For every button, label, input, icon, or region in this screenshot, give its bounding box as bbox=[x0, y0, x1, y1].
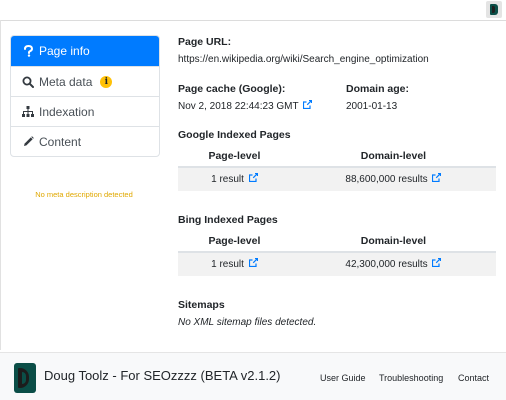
page-url-value: https://en.wikipedia.org/wiki/Search_eng… bbox=[178, 54, 429, 65]
external-link-icon[interactable] bbox=[432, 172, 442, 185]
google-domain-value: 88,600,000 results bbox=[345, 174, 428, 185]
bing-indexed-section: Bing Indexed Pages Page-level Domain-lev… bbox=[178, 214, 496, 276]
sidebar-item-label: Meta data bbox=[39, 74, 93, 89]
sidebar-item-meta-data[interactable]: Meta data i bbox=[11, 66, 159, 96]
table-row: 1 result 42,300,000 results bbox=[178, 252, 496, 276]
sitemap-icon bbox=[22, 106, 34, 118]
sidebar-nav: Page info Meta data i Indexation Content bbox=[10, 35, 160, 157]
bing-indexed-title: Bing Indexed Pages bbox=[178, 214, 278, 226]
sitemaps-section: Sitemaps No XML sitemap files detected. bbox=[178, 299, 496, 328]
domain-age-value: 2001-01-13 bbox=[346, 101, 398, 112]
left-border bbox=[0, 20, 1, 350]
sidebar-item-indexation[interactable]: Indexation bbox=[11, 96, 159, 126]
google-indexed-table: Page-level Domain-level 1 result 88,600,… bbox=[178, 145, 496, 191]
sidebar-item-content[interactable]: Content bbox=[11, 126, 159, 156]
doug-toolz-logo-icon bbox=[14, 363, 36, 393]
google-indexed-title: Google Indexed Pages bbox=[178, 129, 291, 141]
column-header: Page-level bbox=[178, 145, 291, 168]
column-header: Page-level bbox=[178, 230, 291, 253]
bing-domain-value: 42,300,000 results bbox=[345, 259, 428, 270]
footer: Doug Toolz - For SEOzzzz (BETA v2.1.2) U… bbox=[0, 352, 506, 400]
table-row: 1 result 88,600,000 results bbox=[178, 167, 496, 191]
page-cache-value: Nov 2, 2018 22:44:23 GMT bbox=[178, 101, 299, 112]
page-cache-row: Nov 2, 2018 22:44:23 GMT bbox=[178, 99, 313, 112]
troubleshooting-link[interactable]: Troubleshooting bbox=[379, 373, 443, 383]
google-page-value: 1 result bbox=[211, 174, 244, 185]
bing-indexed-table: Page-level Domain-level 1 result 42,300,… bbox=[178, 230, 496, 276]
meta-warning-text: No meta description detected bbox=[35, 190, 133, 199]
bing-page-value: 1 result bbox=[211, 259, 244, 270]
column-header: Domain-level bbox=[290, 145, 496, 168]
page-url-label: Page URL: bbox=[178, 36, 232, 48]
browser-toolbar bbox=[0, 0, 506, 21]
table-cell: 88,600,000 results bbox=[290, 167, 496, 191]
google-indexed-section: Google Indexed Pages Page-level Domain-l… bbox=[178, 129, 496, 191]
sitemaps-title: Sitemaps bbox=[178, 299, 225, 311]
external-link-icon[interactable] bbox=[432, 257, 442, 270]
page-cache-label: Page cache (Google): bbox=[178, 83, 286, 95]
contact-link[interactable]: Contact bbox=[458, 373, 489, 383]
sidebar-item-label: Content bbox=[39, 134, 82, 149]
table-cell: 1 result bbox=[178, 167, 291, 191]
sitemaps-note: No XML sitemap files detected. bbox=[178, 317, 317, 328]
table-cell: 42,300,000 results bbox=[290, 252, 496, 276]
pencil-icon bbox=[22, 136, 34, 148]
external-link-icon[interactable] bbox=[248, 172, 258, 185]
sidebar-item-page-info[interactable]: Page info bbox=[11, 36, 159, 66]
info-badge-icon: i bbox=[100, 75, 113, 88]
table-cell: 1 result bbox=[178, 252, 291, 276]
sidebar-item-label: Page info bbox=[39, 44, 90, 58]
external-link-icon[interactable] bbox=[248, 257, 258, 270]
question-icon bbox=[22, 45, 34, 57]
external-link-icon[interactable] bbox=[303, 99, 313, 112]
search-icon bbox=[22, 76, 34, 88]
sidebar-item-label: Indexation bbox=[39, 104, 95, 119]
footer-title: Doug Toolz - For SEOzzzz (BETA v2.1.2) bbox=[44, 368, 281, 383]
column-header: Domain-level bbox=[290, 230, 496, 253]
domain-age-label: Domain age: bbox=[346, 83, 410, 95]
user-guide-link[interactable]: User Guide bbox=[320, 373, 366, 383]
extension-icon[interactable] bbox=[486, 1, 502, 18]
